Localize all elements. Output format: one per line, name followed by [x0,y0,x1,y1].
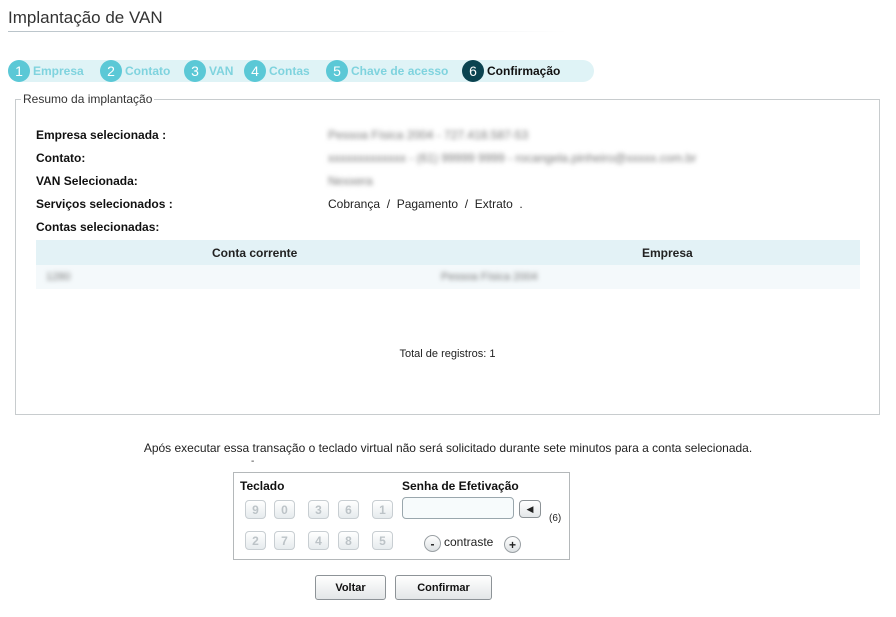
step-label: Contato [125,64,171,78]
contrast-decrease-button[interactable]: - [424,535,441,552]
step-chave-de-acesso[interactable]: 5 Chave de acesso [326,60,448,82]
step-label: Chave de acesso [351,64,449,78]
table-row: 1280 Pessoa Física 2004 [36,265,860,289]
confirm-button[interactable]: Confirmar [395,575,492,600]
key-6[interactable]: 6 [338,500,359,519]
key-0[interactable]: 0 [274,500,295,519]
step-number: 5 [326,60,348,82]
key-8[interactable]: 8 [338,531,359,550]
column-empresa: Empresa [642,246,693,260]
empresa-value: Pessoa Física 2004 - 727.418.587-53 [328,128,529,142]
contato-label: Contato: [36,151,86,165]
step-label: Empresa [33,64,84,78]
step-number: 6 [462,60,484,82]
wizard-steps: 1 Empresa 2 Contato 3 VAN 4 Contas 5 Cha… [8,60,594,82]
step-van[interactable]: 3 VAN [184,60,233,82]
column-conta-corrente: Conta corrente [212,246,298,260]
key-3[interactable]: 3 [308,500,329,519]
summary-fieldset: Resumo da implantação Empresa selecionad… [15,92,880,415]
step-label: Contas [269,64,310,78]
contas-label: Contas selecionadas: [36,220,160,234]
contato-value: xxxxxxxxxxxxx - (61) 99999 9999 - rocang… [328,151,697,165]
step-number: 3 [184,60,206,82]
step-label: VAN [209,64,234,78]
key-5[interactable]: 5 [372,531,393,550]
password-input[interactable] [402,497,514,519]
title-divider [8,31,568,32]
key-7[interactable]: 7 [274,531,295,550]
total-records: Total de registros: 1 [399,348,496,360]
empresa-label: Empresa selecionada : [36,128,167,142]
backspace-icon[interactable]: ◀ [519,500,541,518]
van-label: VAN Selecionada: [36,174,138,188]
step-contato[interactable]: 2 Contato [100,60,170,82]
keypad-title: Teclado [240,479,285,493]
password-label: Senha de Efetivação [402,479,519,493]
summary-legend: Resumo da implantação [21,92,155,106]
contrast-label: contraste [444,535,494,549]
van-value: Nexxera [328,174,373,188]
cell-conta: 1280 [46,271,71,283]
password-length: (6) [549,513,562,524]
step-number: 4 [244,60,266,82]
virtual-keyboard-note: Após executar essa transação o teclado v… [143,441,753,455]
note-mark: - [251,456,255,467]
step-label: Confirmação [487,64,561,78]
step-contas[interactable]: 4 Contas [244,60,310,82]
key-2[interactable]: 2 [245,531,266,550]
page-title: Implantação de VAN [8,8,163,27]
back-button[interactable]: Voltar [315,575,386,600]
cell-empresa: Pessoa Física 2004 [441,271,538,283]
key-9[interactable]: 9 [245,500,266,519]
key-4[interactable]: 4 [308,531,329,550]
step-empresa[interactable]: 1 Empresa [8,60,84,82]
step-confirmacao: 6 Confirmação [462,60,560,82]
virtual-keypad: Teclado Senha de Efetivação 9 0 3 6 1 2 … [233,472,570,560]
key-1[interactable]: 1 [372,500,393,519]
step-number: 1 [8,60,30,82]
step-number: 2 [100,60,122,82]
servicos-value: Cobrança / Pagamento / Extrato . [328,197,523,211]
servicos-label: Serviços selecionados : [36,197,173,211]
contrast-increase-button[interactable]: + [504,536,521,553]
accounts-table-header: Conta corrente Empresa [36,240,860,265]
